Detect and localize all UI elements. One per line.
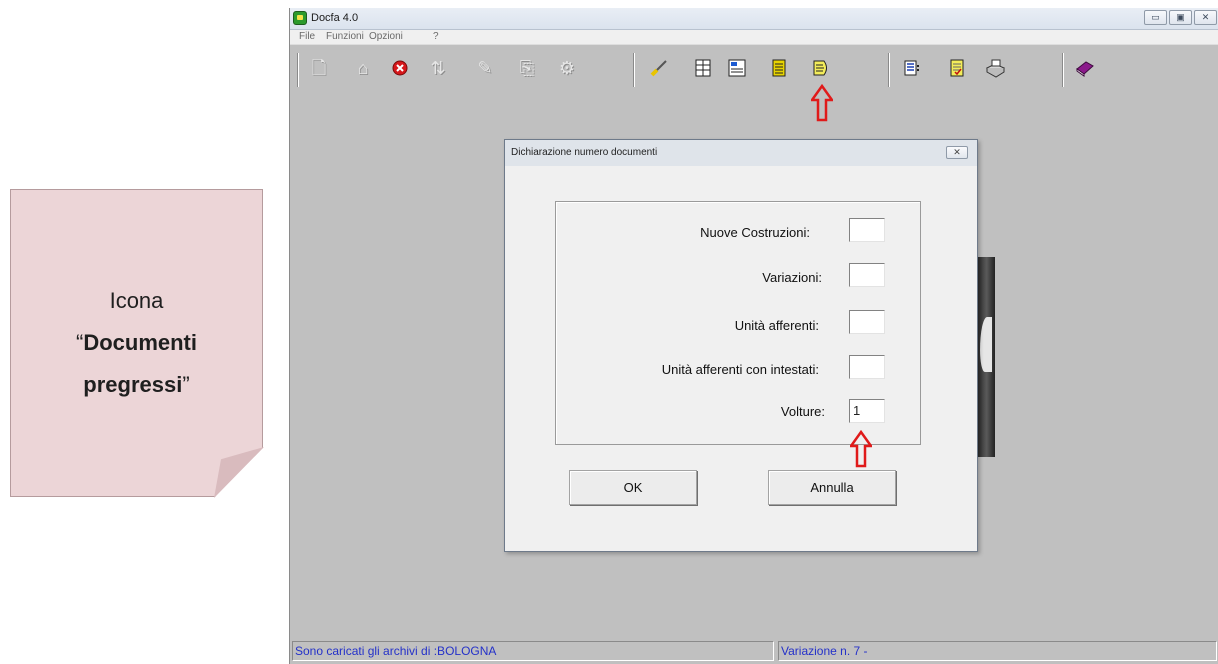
window-controls: ▭ ▣ ✕ — [1144, 10, 1217, 25]
close-icon[interactable]: ✕ — [1194, 10, 1217, 25]
app-logo-icon — [293, 11, 307, 25]
status-archive: Sono caricati gli archivi di :BOLOGNA — [292, 641, 774, 661]
toolbar-separator — [888, 53, 890, 87]
dialog-body: Nuove Costruzioni: Variazioni: Unità aff… — [505, 166, 977, 551]
dialog-dichiarazione: Dichiarazione numero documenti ✕ Nuove C… — [504, 139, 978, 552]
background-photo — [978, 257, 995, 457]
minimize-icon[interactable]: ▭ — [1144, 10, 1167, 25]
label-nuove-costruzioni: Nuove Costruzioni: — [700, 225, 810, 240]
dialog-close-icon[interactable]: ✕ — [946, 146, 968, 159]
title-bar[interactable]: Docfa 4.0 ▭ ▣ ✕ — [290, 8, 1218, 30]
edit-transfer-icon[interactable]: ✎ — [474, 57, 496, 79]
card-form-icon[interactable] — [726, 57, 748, 79]
annulla-button[interactable]: Annulla — [768, 470, 896, 505]
callout-bold1: Documenti — [83, 330, 197, 355]
fields-group: Nuove Costruzioni: Variazioni: Unità aff… — [555, 201, 921, 445]
report-icon[interactable] — [902, 57, 924, 79]
input-nuove-costruzioni[interactable] — [849, 218, 885, 242]
list-icon[interactable] — [768, 57, 790, 79]
printer-icon[interactable] — [984, 57, 1006, 79]
open-icon[interactable]: ⌂ — [352, 57, 374, 79]
highlight-arrow-toolbar — [811, 84, 833, 122]
menu-file[interactable]: File — [299, 31, 315, 42]
callout-bold2: pregressi — [83, 372, 183, 397]
menu-funzioni[interactable]: Funzioni — [326, 31, 364, 42]
new-document-icon[interactable]: 🗋 — [308, 57, 330, 79]
transfer-icon[interactable]: ⇅ — [427, 57, 449, 79]
dialog-title: Dichiarazione numero documenti — [511, 147, 658, 158]
grid-form-icon[interactable] — [692, 57, 714, 79]
label-unita-afferenti: Unità afferenti: — [734, 318, 819, 333]
input-unita-afferenti-intestati[interactable] — [849, 355, 885, 379]
status-variation: Variazione n. 7 - — [778, 641, 1217, 661]
documenti-pregressi-icon[interactable] — [810, 57, 832, 79]
callout-quote-close: ” — [182, 372, 190, 397]
label-unita-afferenti-intestati: Unità afferenti con intestati: — [661, 362, 819, 377]
callout-line1: Icona — [109, 288, 164, 313]
label-variazioni: Variazioni: — [762, 270, 822, 285]
notepad-icon[interactable] — [946, 57, 968, 79]
delete-icon[interactable] — [389, 57, 411, 79]
menu-help[interactable]: ? — [433, 31, 439, 42]
copy-icon[interactable]: ⎘ — [516, 57, 538, 79]
menu-opzioni[interactable]: Opzioni — [369, 31, 403, 42]
toolbar-separator — [1062, 53, 1064, 87]
status-bar: Sono caricati gli archivi di :BOLOGNA Va… — [290, 637, 1218, 664]
callout-line2: “Documenti — [76, 322, 197, 364]
input-volture[interactable]: 1 — [849, 399, 885, 423]
toolbar-separator — [633, 53, 635, 87]
dialog-title-bar[interactable]: Dichiarazione numero documenti ✕ — [505, 140, 977, 166]
toolbar: 🗋 ⌂ ⇅ ✎ ⎘ ⚙ — [290, 44, 1218, 87]
label-volture: Volture: — [780, 404, 825, 419]
callout-note: Icona “Documenti pregressi” — [10, 189, 263, 497]
toolbar-separator — [297, 53, 299, 87]
screenshot: Icona “Documenti pregressi” Docfa 4.0 ▭ … — [0, 0, 1218, 664]
ok-button[interactable]: OK — [569, 470, 697, 505]
help-book-icon[interactable] — [1074, 57, 1096, 79]
maximize-icon[interactable]: ▣ — [1169, 10, 1192, 25]
highlight-arrow-volture — [850, 430, 872, 468]
input-unita-afferenti[interactable] — [849, 310, 885, 334]
callout-line3: pregressi” — [83, 364, 189, 406]
settings-icon[interactable]: ⚙ — [556, 57, 578, 79]
menu-bar: File Funzioni Opzioni ? — [290, 30, 1218, 44]
window-title: Docfa 4.0 — [311, 12, 359, 24]
input-variazioni[interactable] — [849, 263, 885, 287]
brush-icon[interactable] — [648, 57, 670, 79]
